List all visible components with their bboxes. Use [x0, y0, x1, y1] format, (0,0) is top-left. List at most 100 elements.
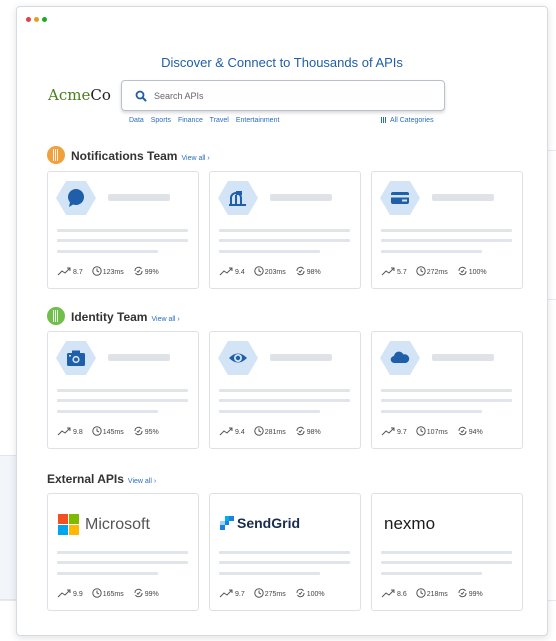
- card-text-placeholder: [219, 399, 350, 402]
- card-text-placeholder: [219, 250, 320, 253]
- category-link-finance[interactable]: Finance: [178, 117, 203, 124]
- card-text-placeholder: [57, 561, 188, 564]
- brand-name: nexmo: [384, 514, 436, 533]
- category-link-sports[interactable]: Sports: [151, 117, 171, 124]
- maximize-window-button[interactable]: [42, 17, 47, 22]
- card-stats: 9.9 165ms 99%: [57, 588, 197, 598]
- latency-stat: 123ms: [92, 266, 124, 276]
- card-text-placeholder: [57, 389, 188, 392]
- api-card[interactable]: 9.4 281ms 98%: [209, 331, 361, 449]
- clock-icon: [92, 266, 102, 276]
- check-cycle-icon: [296, 426, 305, 436]
- trending-up-icon: [381, 267, 395, 276]
- popularity-stat: 9.7: [381, 427, 407, 436]
- clock-icon: [254, 426, 264, 436]
- trending-up-icon: [57, 267, 71, 276]
- clock-icon: [254, 266, 264, 276]
- card-text-placeholder: [381, 572, 482, 575]
- card-text-placeholder: [57, 239, 188, 242]
- view-all-link[interactable]: View all ›: [151, 316, 179, 323]
- card-text-placeholder: [381, 561, 512, 564]
- card-title-placeholder: [108, 194, 170, 201]
- success-rate-stat: 94%: [457, 426, 483, 436]
- view-all-link[interactable]: View all ›: [128, 478, 156, 485]
- popularity-stat: 9.9: [57, 589, 83, 598]
- close-window-button[interactable]: [26, 17, 31, 22]
- popularity-stat: 9.8: [57, 427, 83, 436]
- card-title-placeholder: [270, 354, 332, 361]
- api-card[interactable]: 8.7 123ms 99%: [47, 171, 199, 289]
- category-links: Data Sports Finance Travel Entertainment: [129, 117, 284, 124]
- card-text-placeholder: [219, 239, 350, 242]
- building-icon: [47, 146, 65, 164]
- card-text-placeholder: [219, 410, 320, 413]
- api-card[interactable]: 9.4 203ms 98%: [209, 171, 361, 289]
- check-cycle-icon: [296, 588, 305, 598]
- card-stats: 9.7 275ms 100%: [219, 588, 359, 598]
- check-cycle-icon: [134, 588, 143, 598]
- trending-up-icon: [381, 427, 395, 436]
- grid-icon: [381, 117, 387, 123]
- card-text-placeholder: [219, 561, 350, 564]
- card-stats: 9.4 281ms 98%: [219, 426, 359, 436]
- all-categories-label: All Categories: [390, 117, 434, 124]
- camera-icon: [67, 350, 85, 366]
- api-card[interactable]: SendGrid 9.7 275ms 100%: [209, 493, 361, 611]
- popularity-stat: 9.4: [219, 427, 245, 436]
- card-text-placeholder: [57, 572, 158, 575]
- clock-icon: [92, 588, 102, 598]
- api-card[interactable]: 9.7 107ms 94%: [371, 331, 523, 449]
- latency-stat: 165ms: [92, 588, 124, 598]
- card-title-placeholder: [108, 354, 170, 361]
- logo-text-co: Co: [90, 86, 111, 104]
- acmeco-logo[interactable]: AcmeCo: [48, 86, 111, 104]
- clock-icon: [416, 588, 426, 598]
- latency-stat: 145ms: [92, 426, 124, 436]
- popularity-stat: 5.7: [381, 267, 407, 276]
- success-rate-stat: 95%: [133, 426, 159, 436]
- card-icon-badge: [218, 181, 258, 215]
- search-input[interactable]: [154, 87, 434, 105]
- section-header-notifications: Notifications Team View all ›: [47, 146, 210, 164]
- card-title-placeholder: [432, 354, 494, 361]
- building-icon: [47, 307, 65, 325]
- api-card[interactable]: Microsoft 9.9 165ms 99%: [47, 493, 199, 611]
- minimize-window-button[interactable]: [34, 17, 39, 22]
- check-cycle-icon: [458, 266, 467, 276]
- card-text-placeholder: [381, 389, 512, 392]
- card-icon-badge: [56, 181, 96, 215]
- chat-bubble-icon: [68, 189, 84, 207]
- card-text-placeholder: [381, 229, 512, 232]
- popularity-stat: 8.6: [381, 589, 407, 598]
- sendgrid-icon: [220, 516, 234, 530]
- cloud-icon: [390, 351, 410, 364]
- popularity-stat: 9.7: [219, 589, 245, 598]
- success-rate-stat: 98%: [295, 426, 321, 436]
- card-text-placeholder: [219, 551, 350, 554]
- logo-text-acme: Acme: [48, 86, 91, 104]
- brand-name: SendGrid: [237, 515, 301, 531]
- view-all-link[interactable]: View all ›: [181, 155, 209, 162]
- section-header-identity: Identity Team View all ›: [47, 307, 180, 325]
- category-link-entertainment[interactable]: Entertainment: [236, 117, 280, 124]
- latency-stat: 107ms: [416, 426, 448, 436]
- card-text-placeholder: [219, 572, 320, 575]
- category-link-travel[interactable]: Travel: [210, 117, 229, 124]
- search-box[interactable]: [121, 80, 445, 111]
- card-text-placeholder: [57, 410, 158, 413]
- card-stats: 9.4 203ms 98%: [219, 266, 359, 276]
- check-cycle-icon: [296, 266, 305, 276]
- api-card[interactable]: 9.8 145ms 95%: [47, 331, 199, 449]
- api-card[interactable]: 5.7 272ms 100%: [371, 171, 523, 289]
- trending-up-icon: [219, 589, 233, 598]
- api-card[interactable]: nexmo 8.6 218ms 99%: [371, 493, 523, 611]
- clock-icon: [92, 426, 102, 436]
- window-titlebar: [17, 7, 547, 31]
- card-icon-badge: [380, 341, 420, 375]
- card-icon-badge: [56, 341, 96, 375]
- category-link-data[interactable]: Data: [129, 117, 144, 124]
- card-title-placeholder: [432, 194, 494, 201]
- success-rate-stat: 100%: [457, 266, 487, 276]
- card-text-placeholder: [57, 229, 188, 232]
- all-categories-link[interactable]: All Categories: [381, 117, 434, 124]
